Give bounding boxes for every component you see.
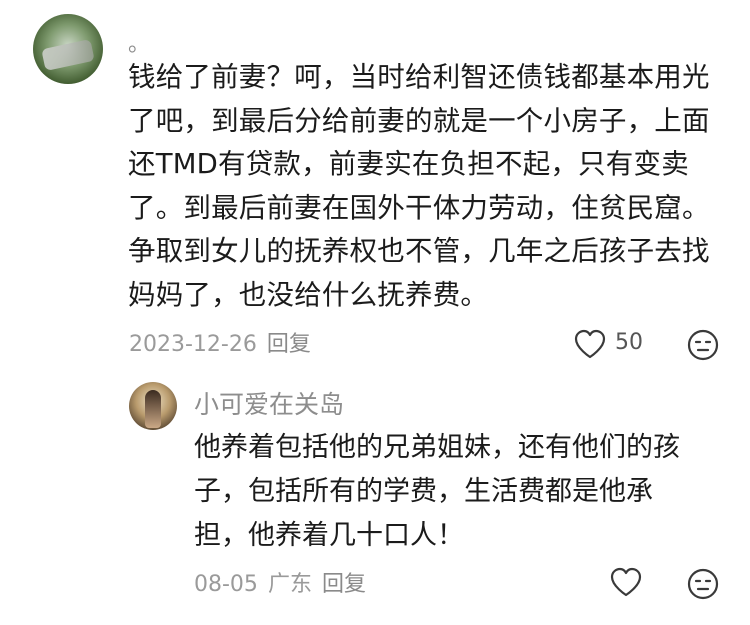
reply-region: 广东 bbox=[267, 572, 312, 597]
avatar-image bbox=[41, 39, 95, 71]
emoji-icon[interactable] bbox=[686, 328, 720, 362]
comment-username[interactable]: 。 bbox=[128, 26, 150, 58]
comment-meta: 2023-12-26 回复 bbox=[129, 326, 311, 358]
reply-text: 他养着包括他的兄弟姐妹，还有他们的孩 子，包括所有的学费，生活费都是他承 担，他… bbox=[194, 426, 714, 558]
like-button[interactable]: 50 bbox=[573, 326, 683, 362]
like-count: 50 bbox=[615, 330, 643, 355]
reply-meta: 08-05 广东 回复 bbox=[194, 566, 366, 598]
avatar-image bbox=[145, 390, 161, 428]
comment-line: 了。到最后前妻在国外干体力劳动，住贫民窟。 bbox=[128, 191, 710, 224]
comment-line: 妈妈了，也没给什么抚养费。 bbox=[128, 278, 489, 311]
comment-line: 了吧，到最后分给前妻的就是一个小房子，上面 bbox=[128, 104, 710, 137]
reply-button[interactable]: 回复 bbox=[322, 572, 366, 597]
emoji-icon[interactable] bbox=[686, 567, 720, 601]
reply-username[interactable]: 小可爱在关岛 bbox=[194, 385, 344, 421]
comment-text: 钱给了前妻？呵，当时给利智还债钱都基本用光 了吧，到最后分给前妻的就是一个小房子… bbox=[128, 56, 728, 317]
reply-line: 子，包括所有的学费，生活费都是他承 bbox=[194, 476, 653, 507]
comment-line: 还TMD有贷款，前妻实在负担不起，只有变卖 bbox=[128, 148, 689, 180]
heart-icon[interactable] bbox=[573, 328, 607, 360]
comment-line: 争取到女儿的抚养权也不管，几年之后孩子去找 bbox=[128, 235, 710, 267]
reply-line: 他养着包括他的兄弟姐妹，还有他们的孩 bbox=[194, 432, 680, 463]
avatar[interactable] bbox=[33, 14, 103, 84]
comment-line: 钱给了前妻？呵，当时给利智还债钱都基本用光 bbox=[128, 61, 710, 93]
avatar[interactable] bbox=[129, 382, 177, 430]
comment-date: 2023-12-26 bbox=[129, 332, 257, 357]
reply-date: 08-05 bbox=[194, 572, 258, 597]
heart-icon[interactable] bbox=[609, 566, 643, 598]
reply-button[interactable]: 回复 bbox=[267, 332, 311, 357]
reply-line: 担，他养着几十口人！ bbox=[194, 520, 464, 551]
